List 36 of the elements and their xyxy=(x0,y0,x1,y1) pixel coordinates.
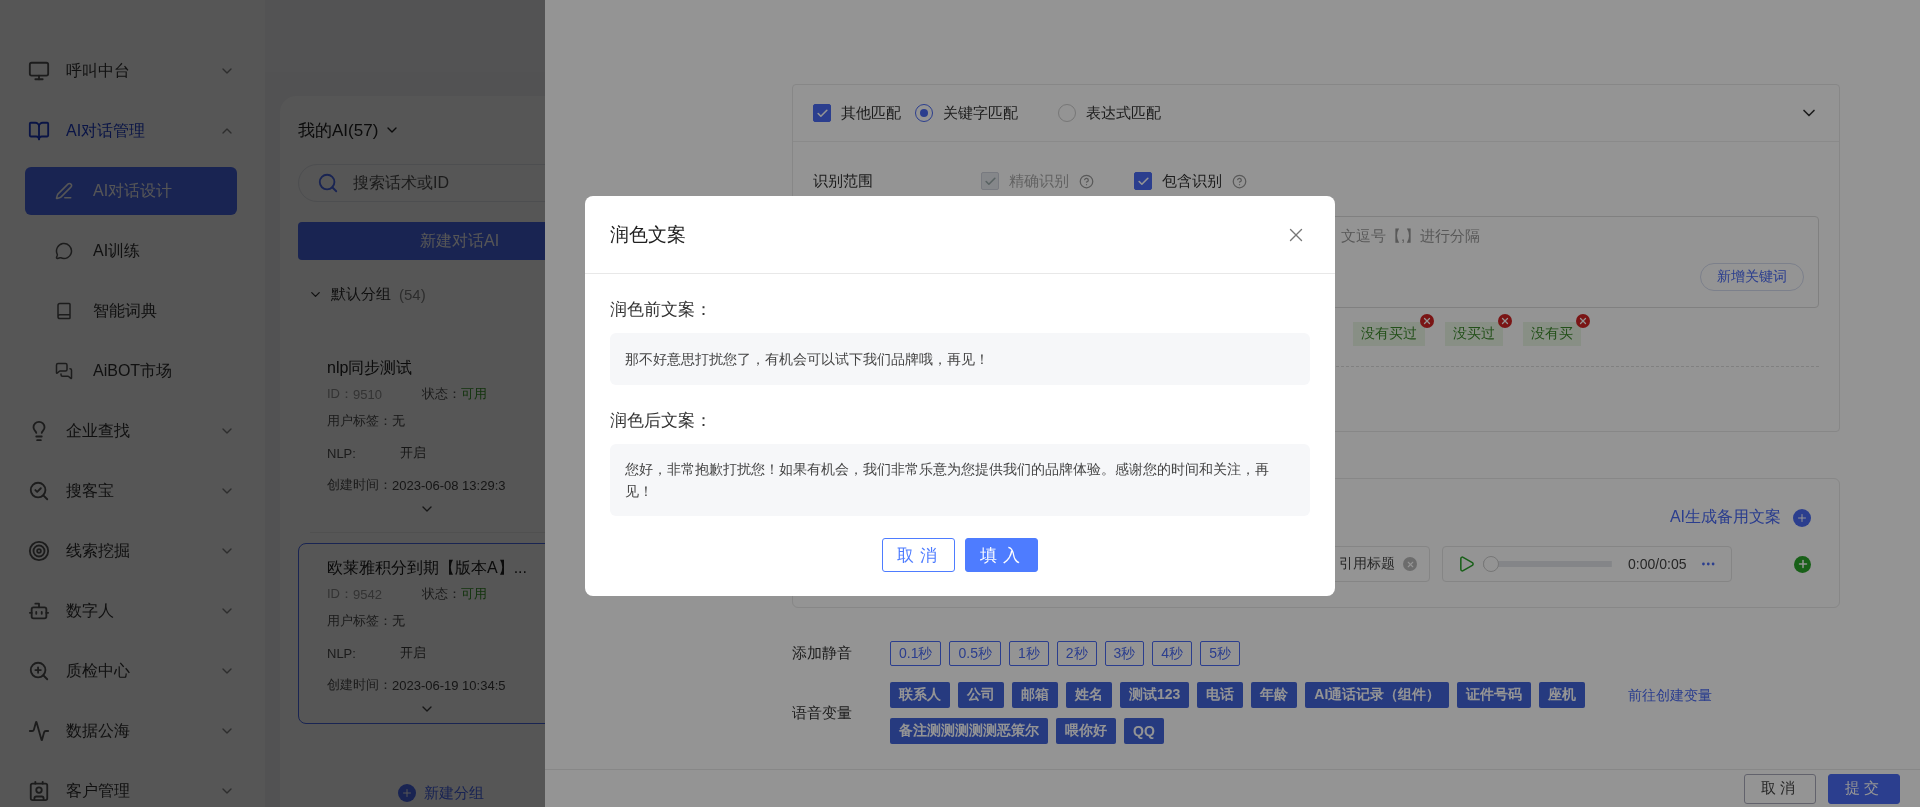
field-value: 开启 xyxy=(400,444,426,462)
field-value: 2023-06-19 10:34:5 xyxy=(392,677,506,693)
field-label: 润色后文案： xyxy=(610,410,713,432)
nav-label: 数据公海 xyxy=(66,720,131,741)
text-block: 您好，非常抱歉打扰您！如果有机会，我们非常乐意为您提供我们的品牌体验。感谢您的时间和关注，再见！ xyxy=(610,444,1310,516)
radio-label: 关键字匹配 xyxy=(943,103,1018,123)
card-title: nlp同步测试 xyxy=(327,358,413,378)
nav-label: 企业查找 xyxy=(66,420,131,441)
field-label: 识别范围 xyxy=(813,171,874,191)
chip-label: 引用标题 xyxy=(1339,555,1395,573)
nav-label: AI对话管理 xyxy=(66,120,147,141)
checkbox-label: 其他匹配 xyxy=(841,103,901,123)
card-title: 欧莱雅积分到期【版本A】... xyxy=(327,558,527,578)
nav-label: 线索挖掘 xyxy=(66,540,131,561)
field-value: 无 xyxy=(392,412,405,430)
field-value: 开启 xyxy=(400,644,426,662)
text-block: 那不好意思打扰您了，有机会可以试下我们品牌哦，再见！ xyxy=(610,333,1310,385)
field-label: 语音变量 xyxy=(792,703,853,723)
nav-label: 质检中心 xyxy=(66,660,131,681)
field-label: 润色前文案： xyxy=(610,299,713,321)
nav-label: 呼叫中台 xyxy=(66,60,131,81)
nav-label: 搜客宝 xyxy=(66,480,115,501)
field-label: 添加静音 xyxy=(792,644,853,663)
dialog-title: 润色文案 xyxy=(610,222,686,247)
field-value: 可用 xyxy=(460,385,487,403)
nav-label: 数字人 xyxy=(66,600,115,621)
field-label: NLP: xyxy=(327,645,357,661)
nav-label: 客户管理 xyxy=(66,780,131,801)
field-value: 可用 xyxy=(460,585,487,603)
audio-time: 0:00/0:05 xyxy=(1628,556,1687,572)
group-name: 默认分组 xyxy=(331,284,391,304)
field-value: 无 xyxy=(392,612,405,630)
radio-label: 表达式匹配 xyxy=(1086,103,1161,123)
field-label: NLP: xyxy=(327,445,357,461)
checkbox-label: 包含识别 xyxy=(1162,171,1222,191)
field-value: 2023-06-08 13:29:3 xyxy=(392,477,506,493)
